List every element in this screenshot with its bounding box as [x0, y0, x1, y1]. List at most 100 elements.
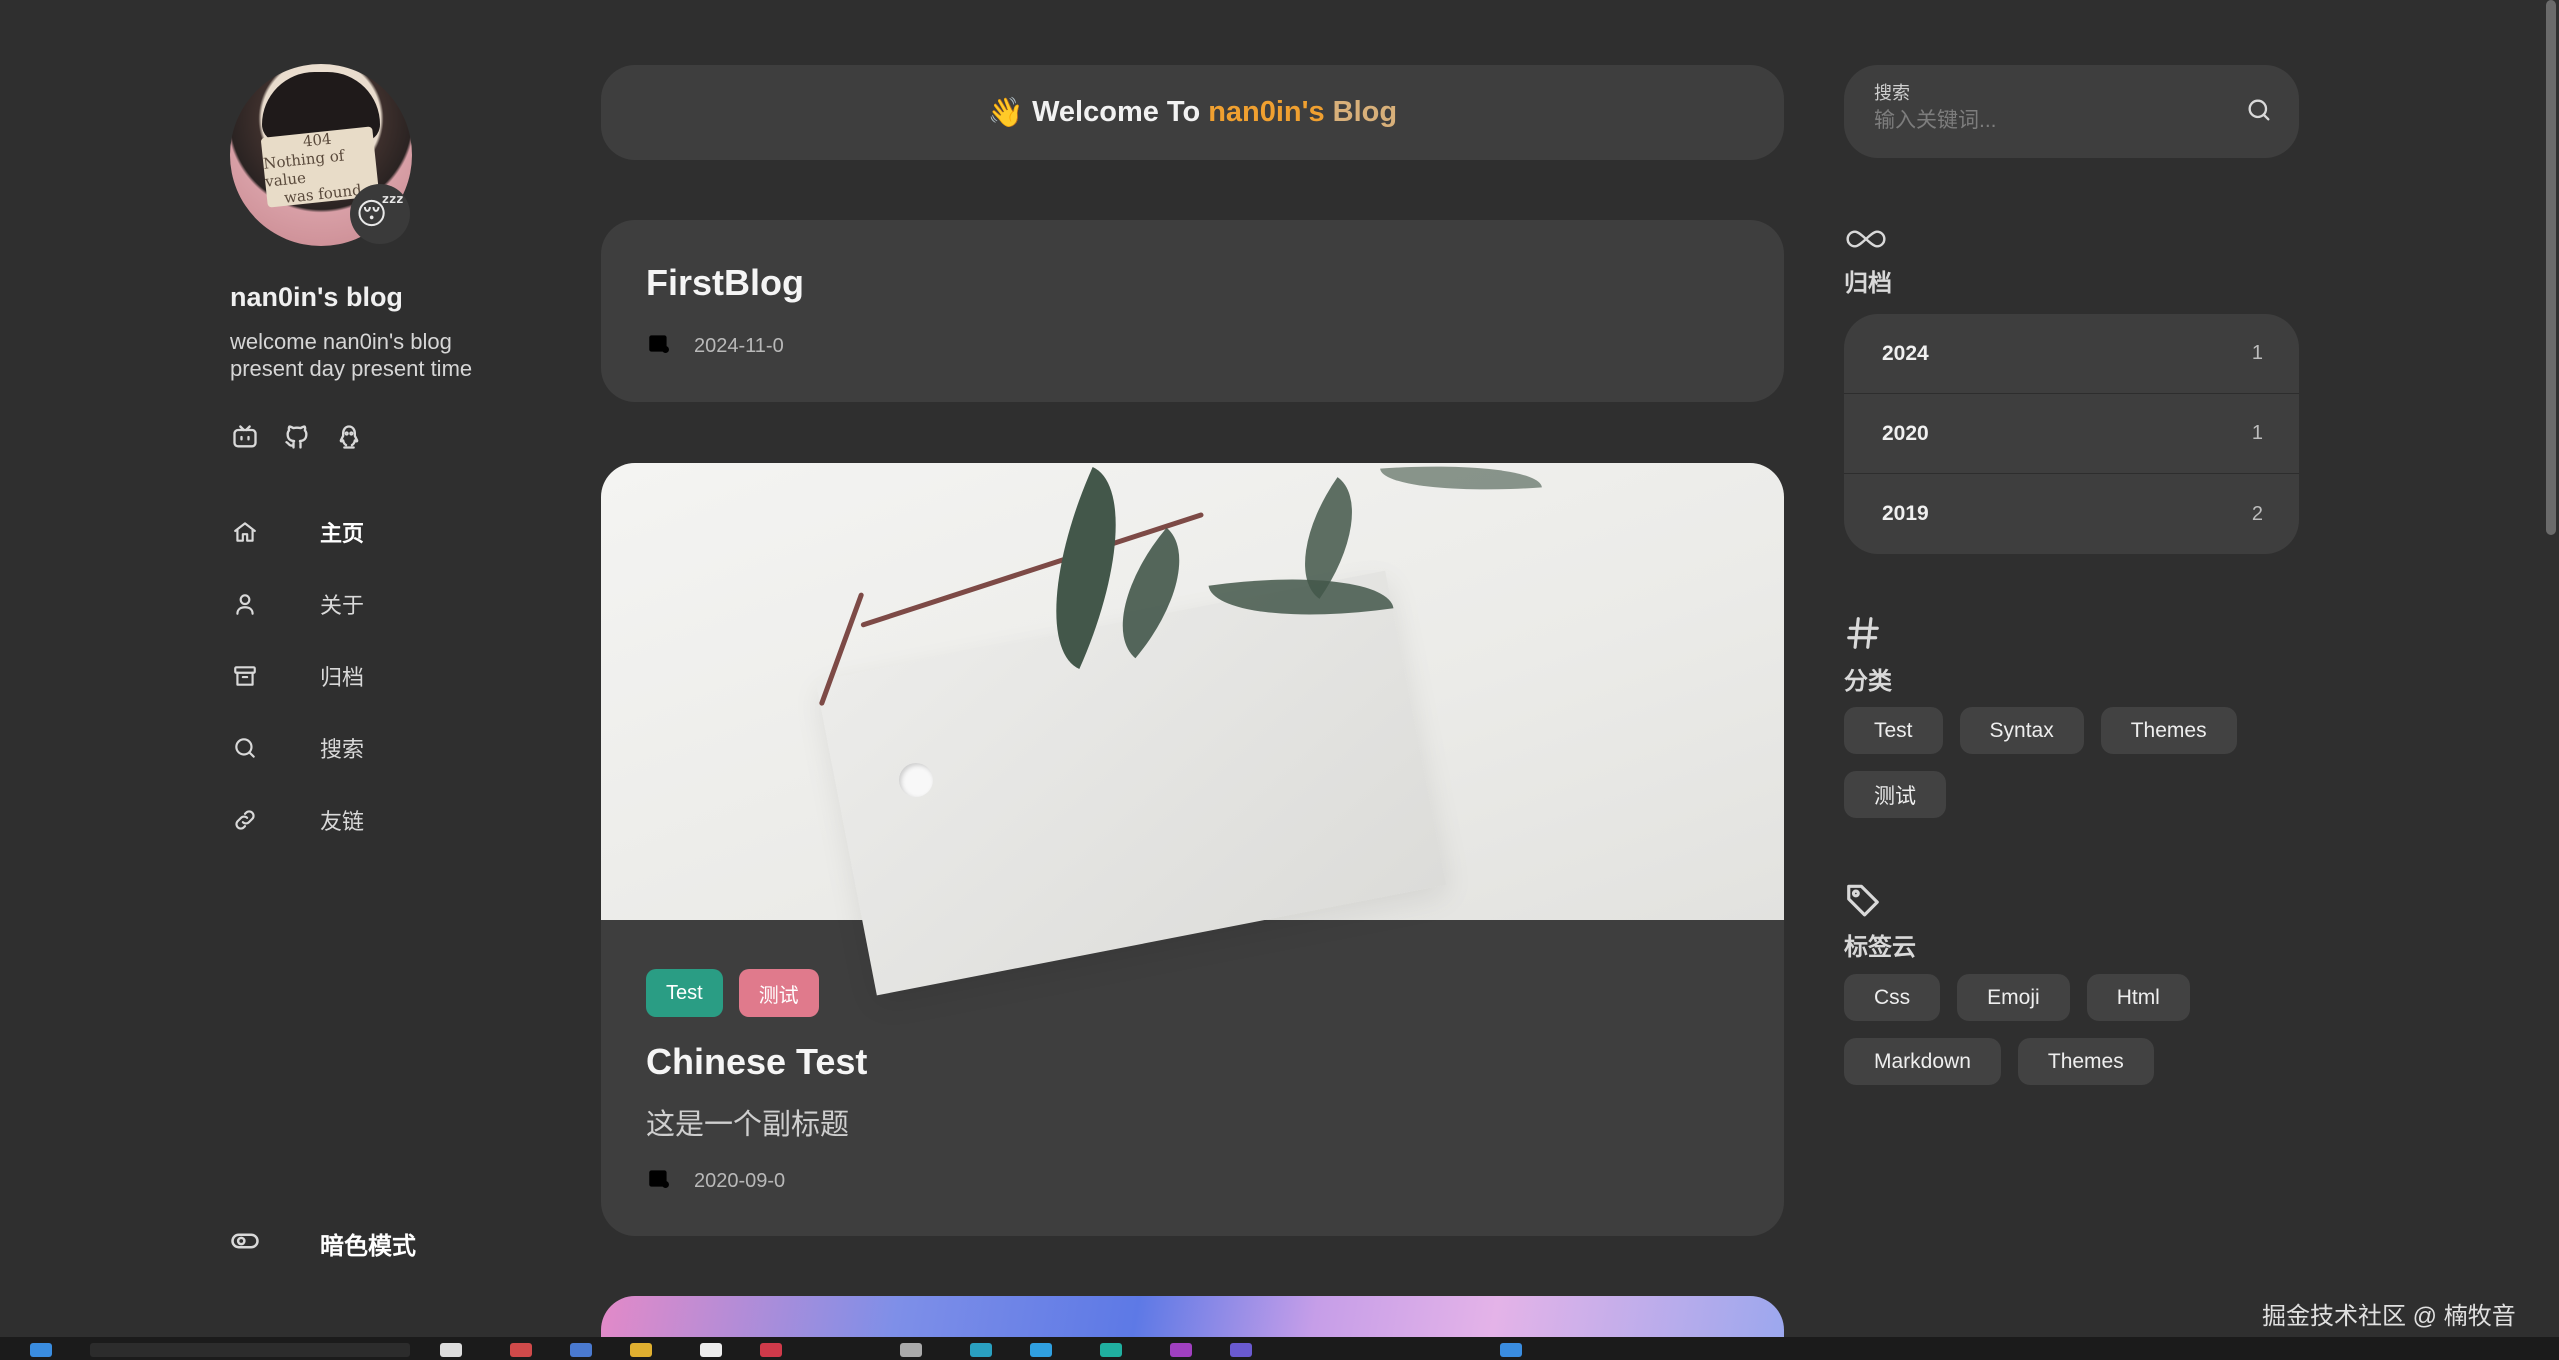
nav-item-label: 归档	[320, 665, 365, 690]
welcome-banner: 👋 Welcome To nan0in's Blog	[601, 65, 1784, 160]
dark-mode-label: 暗色模式	[320, 1233, 416, 1260]
post-date: 2020-09-0	[646, 1165, 785, 1197]
taskbar-search[interactable]	[90, 1343, 410, 1357]
status-emoji-badge: 😴	[350, 184, 410, 244]
start-icon[interactable]	[30, 1343, 52, 1357]
nav-item-label: 搜索	[320, 737, 365, 762]
github-icon[interactable]	[282, 422, 312, 452]
qq-icon[interactable]	[334, 422, 364, 452]
post-subtitle: 这是一个副标题	[646, 1109, 850, 1141]
categories-heading: 分类	[1844, 614, 1892, 696]
tagcloud-title: 标签云	[1844, 934, 1916, 961]
categories-title: 分类	[1844, 668, 1892, 695]
category-list: Test Syntax Themes 测试	[1844, 707, 2264, 818]
post-date-text: 2020-09-0	[694, 1169, 786, 1192]
nav-item-search[interactable]: 搜索	[230, 712, 530, 784]
cover-leaf	[1380, 463, 1542, 499]
tag-chip[interactable]: Html	[2086, 974, 2190, 1021]
tag-badge[interactable]: Test	[646, 969, 723, 1017]
category-chip[interactable]: Test	[1844, 707, 1943, 754]
taskbar-app-icon[interactable]	[440, 1343, 462, 1357]
search-input[interactable]	[1874, 109, 2234, 133]
social-links	[230, 422, 364, 452]
nav-item-archive[interactable]: 归档	[230, 640, 530, 712]
home-icon	[230, 519, 260, 545]
nav-item-label: 关于	[320, 593, 365, 618]
taskbar-app-icon[interactable]	[970, 1343, 992, 1357]
taskbar-app-icon[interactable]	[630, 1343, 652, 1357]
taskbar-app-icon[interactable]	[760, 1343, 782, 1357]
archive-year: 2024	[1882, 341, 1929, 365]
search-icon	[230, 735, 260, 761]
archive-year-row[interactable]: 2020 1	[1844, 394, 2299, 474]
tag-chip[interactable]: Css	[1844, 974, 1941, 1021]
bilibili-icon[interactable]	[230, 422, 260, 452]
post-title[interactable]: FirstBlog	[646, 262, 804, 304]
archive-count: 1	[2251, 422, 2263, 444]
archive-icon	[230, 663, 260, 689]
calendar-icon	[646, 1165, 672, 1197]
taskbar-app-icon[interactable]	[510, 1343, 532, 1357]
toggle-icon	[230, 1226, 260, 1261]
nav-item-about[interactable]: 关于	[230, 568, 530, 640]
archive-heading: 归档	[1844, 224, 1892, 298]
tag-badge[interactable]: 测试	[738, 969, 819, 1017]
archive-count: 1	[2251, 342, 2263, 364]
post-card[interactable]: FirstBlog 2024-11-0	[601, 220, 1784, 402]
category-chip[interactable]: Themes	[2100, 707, 2237, 754]
nav-item-friends[interactable]: 友链	[230, 784, 530, 856]
scrollbar-thumb[interactable]	[2546, 0, 2556, 535]
post-tags: Test 测试	[646, 969, 819, 1017]
search-icon[interactable]	[2245, 96, 2273, 129]
cover-tag-hole	[899, 763, 933, 797]
tagcloud-heading: 标签云	[1844, 880, 1916, 962]
welcome-suffix: Blog	[1332, 96, 1398, 128]
post-title[interactable]: Chinese Test	[646, 1041, 867, 1083]
tag-chip[interactable]: Emoji	[1957, 974, 2070, 1021]
archive-year: 2019	[1882, 502, 1929, 525]
taskbar-app-icon[interactable]	[570, 1343, 592, 1357]
post-card[interactable]: Test 测试 Chinese Test 这是一个副标题 2020-09-0	[601, 463, 1784, 1236]
archive-year-row[interactable]: 2024 1	[1844, 314, 2299, 394]
taskbar	[0, 1337, 2559, 1360]
archive-year-row[interactable]: 2019 2	[1844, 474, 2299, 554]
search-box: 搜索	[1844, 65, 2299, 158]
description-line: welcome nan0in's blog	[230, 329, 452, 354]
blog-page: 404 Nothing of value was found 😴 nan0in'…	[0, 0, 2559, 1360]
search-label: 搜索	[1874, 83, 1910, 103]
wave-emoji: 👋	[987, 96, 1024, 129]
archive-count: 2	[2251, 502, 2263, 525]
tag-chip[interactable]: Themes	[2017, 1038, 2154, 1085]
archive-list: 2024 1 2020 1 2019 2	[1844, 314, 2299, 554]
taskbar-app-icon[interactable]	[900, 1343, 922, 1357]
category-chip[interactable]: 测试	[1844, 771, 1946, 818]
description-line: present day present time	[230, 356, 473, 381]
user-icon	[230, 591, 260, 617]
post-cover-image[interactable]	[601, 463, 1784, 996]
dark-mode-toggle[interactable]: 暗色模式	[230, 1226, 416, 1261]
welcome-highlight: nan0in's	[1208, 96, 1325, 128]
tag-icon	[1844, 880, 1916, 923]
link-icon	[230, 807, 260, 833]
taskbar-app-icon[interactable]	[700, 1343, 722, 1357]
taskbar-app-icon[interactable]	[1100, 1343, 1122, 1357]
nav-item-label: 友链	[320, 809, 365, 834]
watermark: 掘金技术社区 @ 楠牧音	[2262, 1303, 2516, 1330]
site-description: welcome nan0in's blog present day presen…	[230, 328, 530, 382]
tag-list: Css Emoji Html Markdown Themes	[1844, 974, 2264, 1085]
taskbar-app-icon[interactable]	[1170, 1343, 1192, 1357]
category-chip[interactable]: Syntax	[1959, 707, 2084, 754]
taskbar-app-icon[interactable]	[1500, 1343, 1522, 1357]
archive-title: 归档	[1844, 270, 1892, 297]
post-date-text: 2024-11-0	[694, 334, 784, 357]
nav-item-label: 主页	[320, 521, 365, 546]
calendar-icon	[646, 330, 672, 362]
site-title[interactable]: nan0in's blog	[230, 282, 403, 313]
main-nav: 主页 关于 归档 搜索 友链	[230, 496, 530, 856]
archive-year: 2020	[1882, 421, 1929, 445]
taskbar-app-icon[interactable]	[1030, 1343, 1052, 1357]
taskbar-app-icon[interactable]	[1230, 1343, 1252, 1357]
tag-chip[interactable]: Markdown	[1844, 1038, 2001, 1085]
infinity-icon	[1844, 224, 1892, 259]
nav-item-home[interactable]: 主页	[230, 496, 530, 568]
